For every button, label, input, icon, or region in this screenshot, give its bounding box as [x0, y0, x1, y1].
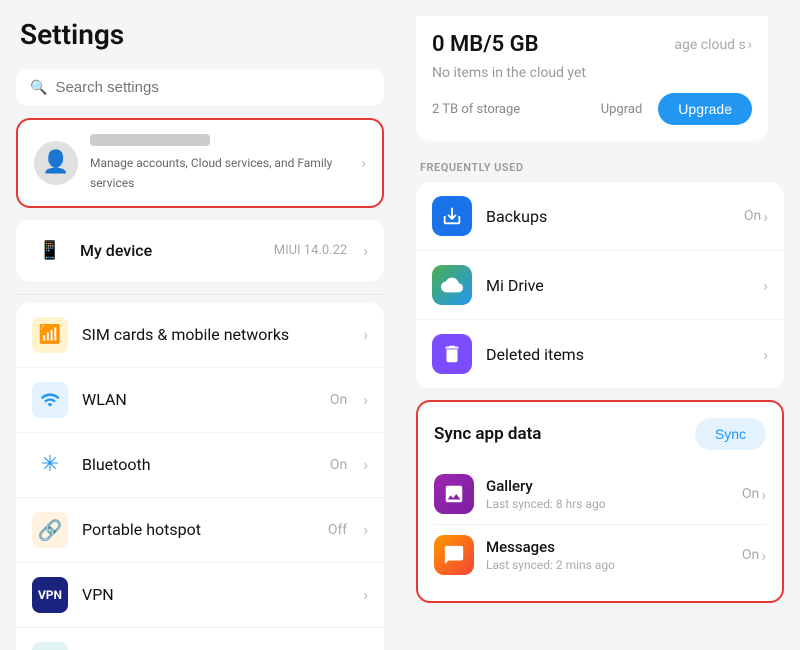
backups-status: On — [744, 208, 761, 224]
bluetooth-label: Bluetooth — [82, 455, 316, 474]
chevron-right-icon: › — [363, 585, 368, 604]
deleted-icon — [432, 334, 472, 374]
messages-status: On — [742, 547, 759, 563]
sim-label: SIM cards & mobile networks — [82, 325, 349, 344]
cloud-item-midrive[interactable]: Mi Drive › — [416, 251, 784, 320]
my-device-label: My device — [80, 241, 262, 260]
chevron-right-icon: › — [361, 153, 366, 172]
cloud-item-deleted[interactable]: Deleted items › — [416, 320, 784, 388]
cloud-items-list: Backups On › Mi Drive › Deleted items › — [416, 182, 784, 388]
settings-item-vpn[interactable]: VPN VPN › — [16, 563, 384, 628]
chevron-right-icon: › — [761, 485, 766, 504]
account-card[interactable]: 👤 Manage accounts, Cloud services, and F… — [16, 118, 384, 208]
chevron-right-icon: › — [363, 455, 368, 474]
device-icon: 📱 — [32, 233, 68, 269]
left-panel: Settings 🔍 👤 Manage accounts, Cloud serv… — [0, 0, 400, 650]
cloud-item-backups[interactable]: Backups On › — [416, 182, 784, 251]
sync-item-gallery[interactable]: Gallery Last synced: 8 hrs ago On › — [434, 464, 766, 525]
hotspot-status: Off — [328, 522, 347, 538]
messages-status-wrap: On › — [742, 546, 766, 565]
chevron-right-icon: › — [763, 276, 768, 295]
upgrade-button[interactable]: Upgrade — [658, 93, 752, 125]
settings-item-connection[interactable]: ⟳ Connection & sharing › — [16, 628, 384, 650]
backups-status-wrap: On › — [744, 207, 768, 226]
search-input[interactable] — [55, 79, 370, 96]
account-info: Manage accounts, Cloud services, and Fam… — [90, 134, 349, 192]
sync-section: Sync app data Sync Gallery Last synced: … — [416, 400, 784, 603]
search-icon: 🔍 — [30, 80, 47, 96]
backups-label: Backups — [486, 207, 730, 226]
gallery-sub: Last synced: 8 hrs ago — [486, 497, 730, 511]
sync-button[interactable]: Sync — [695, 418, 766, 450]
backups-icon — [432, 196, 472, 236]
hotspot-icon: 🔗 — [32, 512, 68, 548]
cloud-header: 0 MB/5 GB age cloud s › No items in the … — [416, 16, 768, 141]
messages-label: Messages — [486, 538, 730, 556]
right-panel-content: 0 MB/5 GB age cloud s › No items in the … — [400, 0, 800, 631]
chevron-right-icon: › — [761, 546, 766, 565]
storage-amount: 0 MB/5 GB — [432, 32, 539, 57]
cloud-link[interactable]: age cloud s › — [674, 37, 752, 53]
wlan-label: WLAN — [82, 390, 316, 409]
bluetooth-icon: ✳ — [32, 447, 68, 483]
chevron-right-icon: › — [363, 520, 368, 539]
my-device-row[interactable]: 📱 My device MIUI 14.0.22 › — [16, 220, 384, 282]
settings-list: 📶 SIM cards & mobile networks › WLAN On … — [16, 303, 384, 650]
chevron-right-icon: › — [748, 37, 752, 53]
account-name-blurred — [90, 134, 210, 146]
sync-title: Sync app data — [434, 424, 541, 444]
chevron-right-icon: › — [763, 207, 768, 226]
phone-icon: 📱 — [39, 240, 61, 261]
chevron-right-icon: › — [363, 390, 368, 409]
settings-item-wlan[interactable]: WLAN On › — [16, 368, 384, 433]
connection-icon: ⟳ — [32, 642, 68, 650]
gallery-status-wrap: On › — [742, 485, 766, 504]
vpn-label: VPN — [82, 585, 349, 604]
settings-item-hotspot[interactable]: 🔗 Portable hotspot Off › — [16, 498, 384, 563]
wlan-icon — [32, 382, 68, 418]
cloud-link-text: age cloud s — [674, 37, 745, 53]
device-version: MIUI 14.0.22 — [274, 243, 347, 258]
wlan-status: On — [330, 392, 347, 408]
sync-header: Sync app data Sync — [434, 418, 766, 450]
bluetooth-status: On — [330, 457, 347, 473]
chevron-right-icon: › — [363, 241, 368, 260]
storage-info: 0 MB/5 GB age cloud s › — [432, 32, 752, 57]
no-items-text: No items in the cloud yet — [432, 65, 752, 81]
upgrade-prefix: Upgrad — [601, 102, 643, 117]
messages-sub: Last synced: 2 mins ago — [486, 558, 730, 572]
page-title: Settings — [0, 0, 400, 61]
settings-item-bluetooth[interactable]: ✳ Bluetooth On › — [16, 433, 384, 498]
gallery-icon — [434, 474, 474, 514]
chevron-right-icon: › — [363, 325, 368, 344]
hotspot-label: Portable hotspot — [82, 520, 314, 539]
messages-icon — [434, 535, 474, 575]
settings-item-sim[interactable]: 📶 SIM cards & mobile networks › — [16, 303, 384, 368]
sim-icon: 📶 — [32, 317, 68, 353]
gallery-info: Gallery Last synced: 8 hrs ago — [486, 477, 730, 511]
storage-label: 2 TB of storage — [432, 102, 520, 117]
frequently-used-header: FREQUENTLY USED — [416, 153, 784, 178]
person-icon: 👤 — [42, 150, 69, 175]
account-sub-text: Manage accounts, Cloud services, and Fam… — [90, 156, 332, 190]
search-bar[interactable]: 🔍 — [16, 69, 384, 106]
gallery-label: Gallery — [486, 477, 730, 495]
gallery-status: On — [742, 486, 759, 502]
avatar: 👤 — [34, 141, 78, 185]
storage-upgrade-row: 2 TB of storage Upgrad Upgrade — [432, 93, 752, 125]
vpn-icon: VPN — [32, 577, 68, 613]
chevron-right-icon: › — [763, 345, 768, 364]
sync-item-messages[interactable]: Messages Last synced: 2 mins ago On › — [434, 525, 766, 585]
midrive-label: Mi Drive — [486, 276, 749, 295]
divider — [16, 294, 384, 295]
deleted-label: Deleted items — [486, 345, 749, 364]
right-panel: 0 MB/5 GB age cloud s › No items in the … — [400, 0, 800, 650]
midrive-icon — [432, 265, 472, 305]
messages-info: Messages Last synced: 2 mins ago — [486, 538, 730, 572]
